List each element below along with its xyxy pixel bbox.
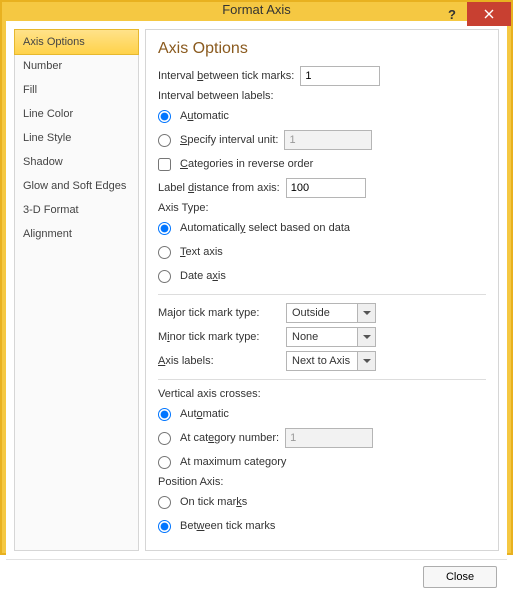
- label-distance-label: Label distance from axis:: [158, 182, 280, 194]
- position-group-label: Position Axis:: [158, 476, 486, 488]
- format-axis-dialog: Format Axis ? Axis Options Number Fill L…: [0, 0, 513, 555]
- sidebar-item-fill[interactable]: Fill: [15, 78, 138, 102]
- sidebar-item-label: 3-D Format: [23, 204, 79, 216]
- separator: [158, 294, 486, 295]
- sidebar-item-label: Number: [23, 60, 62, 72]
- axis-labels-value: Next to Axis: [287, 352, 357, 370]
- crosses-group-label: Vertical axis crosses:: [158, 388, 486, 400]
- sidebar-item-line-color[interactable]: Line Color: [15, 102, 138, 126]
- axis-type-date-radio[interactable]: [158, 270, 171, 283]
- minor-tick-label: Minor tick mark type:: [158, 331, 278, 343]
- sidebar-item-label: Alignment: [23, 228, 72, 240]
- position-on-label: On tick marks: [180, 496, 247, 508]
- sidebar-item-number[interactable]: Number: [15, 54, 138, 78]
- position-between-radio[interactable]: [158, 520, 171, 533]
- interval-tick-input[interactable]: [300, 66, 380, 86]
- interval-labels-specify-label: Specify interval unit:: [180, 134, 278, 146]
- interval-labels-auto-radio[interactable]: [158, 110, 171, 123]
- sidebar-item-label: Glow and Soft Edges: [23, 180, 126, 192]
- position-on-radio[interactable]: [158, 496, 171, 509]
- position-between-label: Between tick marks: [180, 520, 275, 532]
- categories-reverse-label: Categories in reverse order: [180, 158, 313, 170]
- panel-heading: Axis Options: [158, 40, 486, 58]
- sidebar-item-glow[interactable]: Glow and Soft Edges: [15, 174, 138, 198]
- sidebar-item-label: Line Color: [23, 108, 73, 120]
- minor-tick-value: None: [287, 328, 357, 346]
- sidebar-item-label: Line Style: [23, 132, 71, 144]
- axis-type-date-label: Date axis: [180, 270, 226, 282]
- chevron-down-icon[interactable]: [357, 304, 375, 322]
- crosses-max-radio[interactable]: [158, 456, 171, 469]
- label-distance-input[interactable]: [286, 178, 366, 198]
- crosses-max-label: At maximum category: [180, 456, 286, 468]
- sidebar-item-label: Shadow: [23, 156, 63, 168]
- minor-tick-dropdown[interactable]: None: [286, 327, 376, 347]
- sidebar-item-line-style[interactable]: Line Style: [15, 126, 138, 150]
- window-title: Format Axis: [2, 2, 511, 17]
- axis-type-text-label: Text axis: [180, 246, 223, 258]
- category-sidebar: Axis Options Number Fill Line Color Line…: [14, 29, 139, 551]
- sidebar-item-axis-options[interactable]: Axis Options: [14, 29, 139, 55]
- interval-labels-group-label: Interval between labels:: [158, 90, 486, 102]
- close-button[interactable]: Close: [423, 566, 497, 588]
- major-tick-value: Outside: [287, 304, 357, 322]
- sidebar-item-alignment[interactable]: Alignment: [15, 222, 138, 246]
- interval-labels-specify-input: [284, 130, 372, 150]
- sidebar-item-shadow[interactable]: Shadow: [15, 150, 138, 174]
- major-tick-label: Major tick mark type:: [158, 307, 278, 319]
- interval-tick-label: Interval between tick marks:: [158, 70, 294, 82]
- axis-type-auto-label: Automatically select based on data: [180, 222, 350, 234]
- sidebar-item-label: Fill: [23, 84, 37, 96]
- axis-type-auto-radio[interactable]: [158, 222, 171, 235]
- options-panel: Axis Options Interval between tick marks…: [145, 29, 499, 551]
- interval-labels-auto-label: Automatic: [180, 110, 229, 122]
- help-button[interactable]: ?: [437, 2, 467, 26]
- axis-type-group-label: Axis Type:: [158, 202, 486, 214]
- chevron-down-icon[interactable]: [357, 352, 375, 370]
- axis-labels-dropdown[interactable]: Next to Axis: [286, 351, 376, 371]
- separator: [158, 379, 486, 380]
- titlebar: Format Axis ?: [2, 2, 511, 17]
- crosses-auto-radio[interactable]: [158, 408, 171, 421]
- crosses-catnum-label: At category number:: [180, 432, 279, 444]
- sidebar-item-label: Axis Options: [23, 36, 85, 48]
- crosses-auto-label: Automatic: [180, 408, 229, 420]
- sidebar-item-3d-format[interactable]: 3-D Format: [15, 198, 138, 222]
- categories-reverse-checkbox[interactable]: [158, 158, 171, 171]
- chevron-down-icon[interactable]: [357, 328, 375, 346]
- major-tick-dropdown[interactable]: Outside: [286, 303, 376, 323]
- axis-type-text-radio[interactable]: [158, 246, 171, 259]
- crosses-catnum-input: [285, 428, 373, 448]
- interval-labels-specify-radio[interactable]: [158, 134, 171, 147]
- axis-labels-label: Axis labels:: [158, 355, 278, 367]
- close-icon[interactable]: [467, 2, 511, 26]
- crosses-catnum-radio[interactable]: [158, 432, 171, 445]
